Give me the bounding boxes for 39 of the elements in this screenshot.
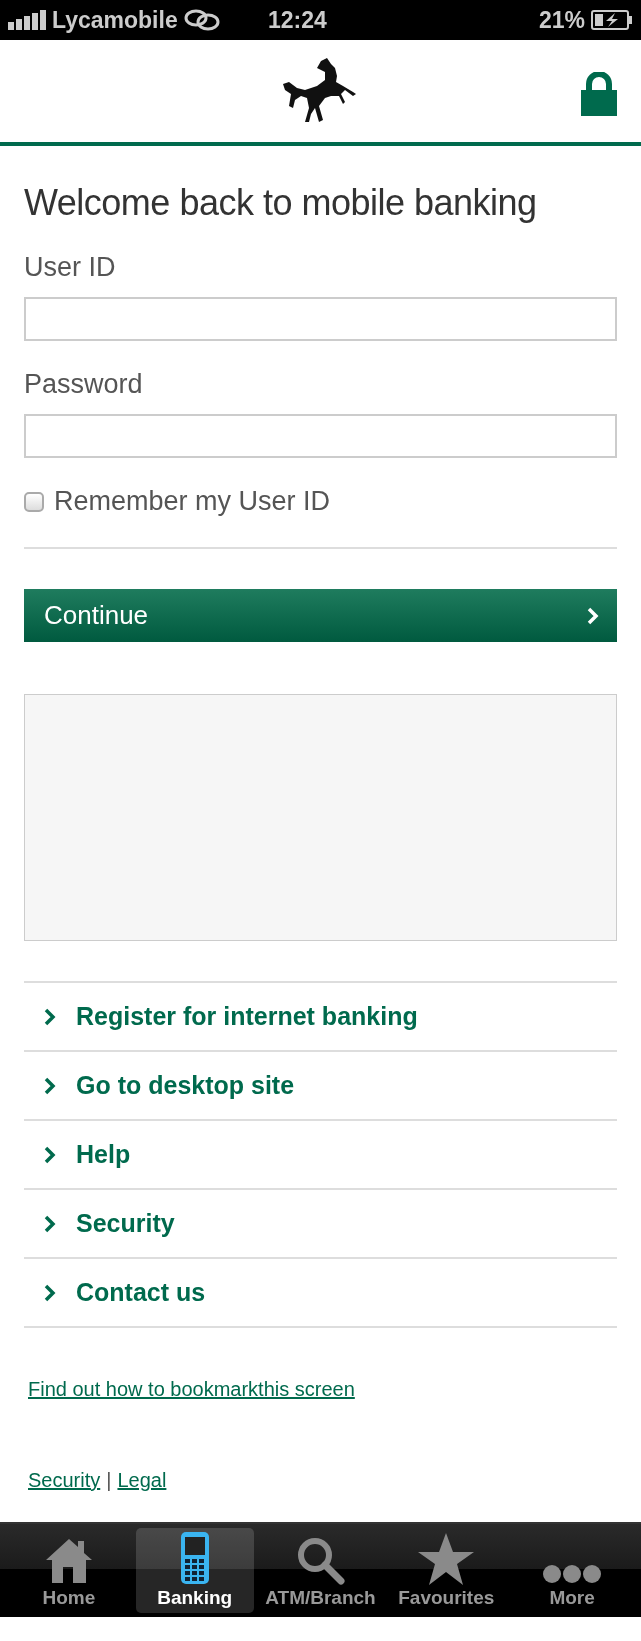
page-title: Welcome back to mobile banking	[24, 182, 538, 224]
battery-percentage: 21%	[538, 6, 585, 34]
chevron-icon	[44, 1076, 56, 1095]
padlock-icon	[581, 72, 617, 116]
checkbox-label: Remember my User ID	[54, 486, 331, 517]
continue-button[interactable]: Continue	[24, 589, 617, 642]
mobile-phone-icon	[179, 1531, 210, 1585]
footer-link[interactable]: Legal	[117, 1469, 167, 1492]
search-icon	[295, 1535, 346, 1585]
field-label: User ID	[24, 252, 117, 283]
field-label: Password	[24, 369, 144, 400]
carrier-name: Lycamobile	[52, 6, 178, 34]
chevron-icon	[44, 1145, 56, 1164]
tab[interactable]: Favourites	[387, 1528, 506, 1613]
signal-icon	[8, 10, 46, 30]
bookmark-link[interactable]: Find out how to bookmarkthis screen	[28, 1378, 355, 1401]
checkbox[interactable]	[24, 491, 44, 512]
footer-link[interactable]: Security	[28, 1469, 101, 1492]
more-icon	[542, 1563, 603, 1585]
menu-link[interactable]: Security	[24, 1190, 617, 1259]
chevron-icon	[587, 606, 599, 625]
menu-link[interactable]: Contact us	[24, 1259, 617, 1328]
chevron-icon	[44, 1283, 56, 1302]
tab[interactable]: ATM/Branch	[261, 1528, 380, 1613]
clock-time: 12:24	[268, 6, 327, 33]
menu-link[interactable]: Register for internet banking	[24, 983, 617, 1052]
tab[interactable]: Home	[9, 1528, 128, 1613]
input-field[interactable]	[24, 414, 617, 458]
tab[interactable]: More	[513, 1528, 632, 1613]
input-field[interactable]	[24, 297, 617, 341]
chevron-icon	[44, 1214, 56, 1233]
tab[interactable]: Banking	[135, 1528, 254, 1613]
star-icon	[418, 1533, 475, 1585]
battery-icon	[591, 10, 633, 30]
menu-link[interactable]: Help	[24, 1121, 617, 1190]
chevron-icon	[44, 1007, 56, 1026]
separator: |	[106, 1469, 112, 1492]
menu-link[interactable]: Go to desktop site	[24, 1052, 617, 1121]
link-icon	[183, 9, 220, 31]
